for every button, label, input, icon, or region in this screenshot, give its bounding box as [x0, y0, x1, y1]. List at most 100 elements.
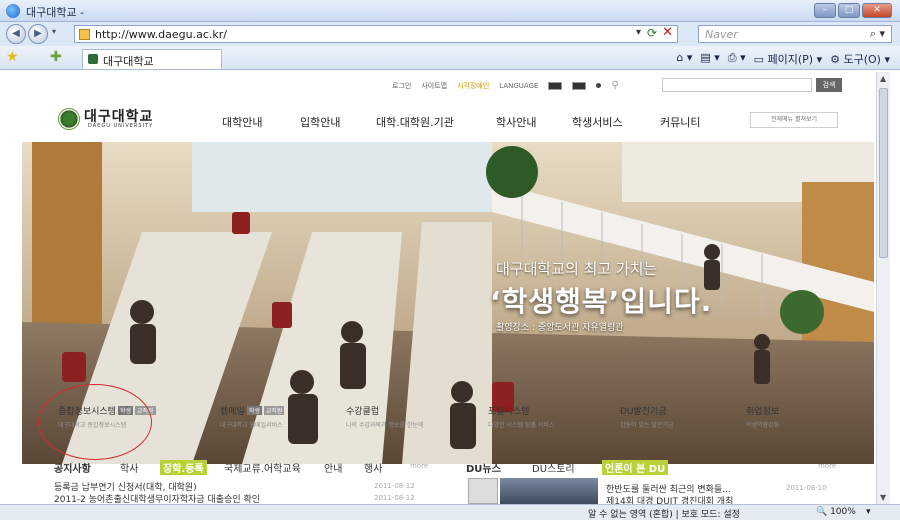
minimize-button[interactable]: – — [814, 3, 836, 18]
gnb-item[interactable]: 대학안내 — [222, 114, 262, 130]
flag-icon[interactable] — [572, 81, 587, 90]
tab-press-du[interactable]: 언론이 본 DU — [602, 460, 669, 475]
notice-item-date: 2011-08-12 — [374, 482, 415, 490]
quick-link-desc: 학생역량강화 — [746, 422, 780, 429]
gnb-item[interactable]: 학생서비스 — [572, 114, 623, 130]
staff-badge[interactable]: 교직원 — [263, 406, 285, 415]
tab-du-news[interactable]: DU뉴스 — [466, 460, 501, 475]
site-search-input[interactable] — [662, 78, 812, 92]
quick-link-name: 수강클럽 — [346, 407, 380, 417]
du-news-image[interactable] — [500, 478, 598, 504]
university-emblem-logo[interactable] — [58, 108, 80, 130]
scroll-down-icon[interactable]: ▼ — [880, 493, 886, 502]
refresh-icon[interactable]: ⟳ — [647, 26, 657, 40]
notice-more-link[interactable]: more — [410, 462, 428, 470]
hero-caption: 촬영장소 : 중앙도서관 자유열람관 — [496, 323, 624, 333]
browser-icon — [6, 4, 20, 18]
utility-links: 로그인 사이트맵 시각장애인 LANGUAGE ⚲ — [392, 80, 619, 91]
student-badge[interactable]: 학생 — [246, 406, 262, 415]
site-favicon-icon — [79, 29, 90, 40]
tab-notice[interactable]: 공지사항 — [54, 460, 91, 475]
dot-icon[interactable] — [596, 83, 602, 88]
tools-menu-label: 도구(O) — [843, 53, 881, 66]
tab-academic[interactable]: 학사 — [120, 460, 138, 475]
add-favorite-icon[interactable]: ✚ — [50, 49, 62, 65]
hero-subtitle: 대구대학교의 최고 가치는 — [496, 260, 658, 278]
quick-link-desc: 대구대학교 웹메일서비스 — [220, 422, 283, 429]
favorites-star-icon[interactable]: ★ — [6, 49, 19, 65]
gnb-item[interactable]: 대학.대학원.기관 — [376, 114, 454, 130]
quick-link-desc: 감동이 있는 발전기금 — [620, 422, 674, 429]
hero-title: ‘학생행복’입니다. — [490, 285, 713, 318]
flag-icon[interactable] — [548, 81, 563, 90]
quick-link-employment[interactable]: 취업정보 학생역량강화 — [746, 404, 779, 429]
sitemap-link[interactable]: 사이트맵 — [421, 81, 447, 91]
search-icon[interactable]: ⌕ ▾ — [870, 27, 885, 41]
history-dropdown-icon[interactable]: ▾ — [52, 27, 56, 36]
maximize-button[interactable]: □ — [838, 3, 860, 18]
page-menu[interactable]: ▭ 페이지(P) ▾ — [754, 51, 823, 67]
press-item-date: 2011-08-10 — [786, 484, 827, 492]
university-name-en: DAEGU UNIVERSITY — [88, 123, 154, 129]
tools-menu[interactable]: ⚙ 도구(O) ▾ — [830, 51, 890, 67]
tab-guide[interactable]: 안내 — [324, 460, 342, 475]
zoom-level[interactable]: 🔍 100% — [816, 507, 856, 517]
language-label: LANGUAGE — [499, 81, 539, 90]
quick-link-name: 포털시스템 — [488, 407, 530, 417]
notice-item-title[interactable]: 2011-2 농어촌출신대학생무이자학자금 대출승인 확인 — [54, 492, 260, 504]
forward-button[interactable]: ▶ — [28, 24, 48, 44]
zoom-value: 100% — [830, 507, 856, 517]
vertical-scrollbar[interactable]: ▲ ▼ — [876, 72, 890, 504]
tab-scholarship[interactable]: 장학.등록 — [160, 460, 207, 475]
tab-favicon-icon — [88, 54, 98, 64]
visual-impaired-link[interactable]: 시각장애인 — [457, 81, 489, 91]
highlight-annotation-ellipse — [38, 384, 152, 460]
press-item-title[interactable]: 제14회 대경 DUIT 경진대회 개최 — [606, 494, 733, 504]
status-bar: 알 수 없는 영역 (혼합) | 보호 모드: 설정 🔍 100% ▾ — [0, 504, 900, 520]
scrollbar-thumb[interactable] — [879, 88, 888, 258]
security-zone-status: 알 수 없는 영역 (혼합) | 보호 모드: 설정 — [588, 510, 740, 520]
quick-link-portal-system[interactable]: 포털시스템 다양한 시스템 맞춤 서비스 — [488, 404, 554, 429]
zoom-dropdown-icon[interactable]: ▾ — [866, 507, 871, 517]
close-window-button[interactable]: ✕ — [862, 3, 892, 18]
search-icon: ⚲ — [611, 80, 619, 91]
tab-bar: ★ ✚ 대구대학교 ⌂ ▾ ▤ ▾ ⎙ ▾ ▭ 페이지(P) ▾ ⚙ 도구(O)… — [0, 46, 900, 70]
print-icon[interactable]: ⎙ ▾ — [728, 51, 746, 67]
scroll-up-icon[interactable]: ▲ — [880, 74, 886, 83]
quick-link-course-club[interactable]: 수강클럽 나의 수강과목과 정보를 한눈에 — [346, 404, 423, 429]
tab-event[interactable]: 행사 — [364, 460, 382, 475]
browser-tab[interactable]: 대구대학교 — [82, 49, 222, 69]
tab-international[interactable]: 국제교류.어학교육 — [224, 460, 301, 475]
du-news-thumbnail[interactable] — [468, 478, 498, 504]
address-dropdown-icon[interactable]: ▾ — [636, 27, 641, 38]
window-title: 대구대학교 - — [26, 6, 85, 19]
du-more-link[interactable]: more — [818, 462, 836, 470]
gnb-item[interactable]: 커뮤니티 — [660, 114, 700, 130]
quick-link-name: DU발전기금 — [620, 407, 667, 417]
stop-icon[interactable]: ✕ — [662, 25, 673, 40]
gnb-item[interactable]: 입학안내 — [300, 114, 340, 130]
notice-item-date: 2011-08-12 — [374, 494, 415, 502]
feeds-icon[interactable]: ▤ ▾ — [700, 51, 719, 67]
address-bar-row: ◀ ▶ ▾ http://www.daegu.ac.kr/ ▾ ⟳ ✕ Nave… — [0, 22, 900, 46]
full-menu-button[interactable]: 전체메뉴 펼쳐보기 — [750, 112, 838, 128]
address-input[interactable]: http://www.daegu.ac.kr/ ▾ ⟳ ✕ — [74, 25, 678, 43]
login-link[interactable]: 로그인 — [392, 81, 411, 91]
gnb-item[interactable]: 학사안내 — [496, 114, 536, 130]
home-icon[interactable]: ⌂ ▾ — [676, 51, 692, 67]
url-text: http://www.daegu.ac.kr/ — [95, 28, 227, 41]
page-menu-label: 페이지(P) — [767, 53, 814, 66]
quick-link-desc: 다양한 시스템 맞춤 서비스 — [488, 422, 555, 429]
site-search-button[interactable]: 검색 — [816, 78, 842, 92]
back-button[interactable]: ◀ — [6, 24, 26, 44]
quick-link-development-fund[interactable]: DU발전기금 감동이 있는 발전기금 — [620, 404, 674, 429]
quick-link-name: 웹메일 — [220, 407, 245, 417]
tab-du-story[interactable]: DU스토리 — [532, 460, 575, 475]
quick-link-webmail[interactable]: 웹메일 학생 교직원 대구대학교 웹메일서비스 — [220, 404, 285, 429]
window-titlebar: 대구대학교 - – □ ✕ — [0, 0, 900, 22]
quick-link-desc: 나의 수강과목과 정보를 한눈에 — [346, 422, 424, 429]
browser-search-input[interactable]: Naver ⌕ ▾ — [698, 25, 892, 43]
command-bar: ⌂ ▾ ▤ ▾ ⎙ ▾ ▭ 페이지(P) ▾ ⚙ 도구(O) ▾ — [676, 51, 890, 67]
page-viewport: 로그인 사이트맵 시각장애인 LANGUAGE ⚲ 검색 대구대학교 DAEGU… — [22, 72, 874, 504]
tab-label: 대구대학교 — [103, 55, 154, 68]
